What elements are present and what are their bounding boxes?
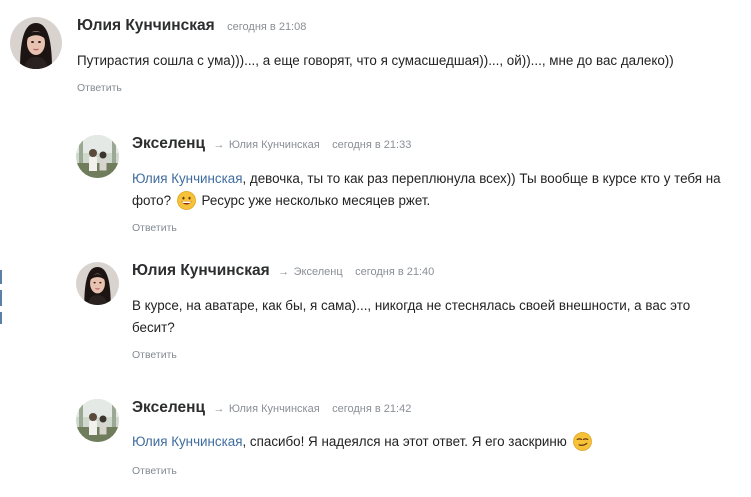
comment-text: В курсе, на аватаре, как бы, я сама)...,… — [132, 295, 722, 339]
outdoor-photo-icon — [76, 399, 119, 442]
comment-header: Экселенц → Юлия Кунчинская сегодня в 21:… — [132, 399, 732, 417]
woman-portrait-icon — [10, 17, 62, 69]
comment-date[interactable]: сегодня в 21:40 — [355, 266, 434, 278]
reply-to-link[interactable]: Юлия Кунчинская — [229, 139, 320, 151]
grinning-face-emoji-icon — [176, 191, 196, 210]
woman-portrait-icon — [76, 262, 119, 305]
comment-text: Юлия Кунчинская, девочка, ты то как раз … — [132, 168, 722, 212]
comment-author[interactable]: Экселенц — [132, 135, 205, 152]
comment-body: Юлия Кунчинская → Экселенц сегодня в 21:… — [132, 262, 732, 363]
comment-author[interactable]: Юлия Кунчинская — [132, 262, 270, 279]
comment-author[interactable]: Экселенц — [132, 399, 205, 416]
avatar[interactable] — [76, 399, 119, 442]
smirking-face-emoji-icon — [572, 432, 592, 451]
reply-arrow: → — [213, 403, 225, 415]
comment-date[interactable]: сегодня в 21:08 — [227, 21, 306, 33]
comment-text-content: В курсе, на аватаре, как бы, я сама)...,… — [132, 298, 691, 335]
reply-button[interactable]: Ответить — [132, 222, 177, 234]
comment-text-content: Ресурс уже несколько месяцев ржет. — [197, 193, 431, 208]
reply-to-link[interactable]: Юлия Кунчинская — [229, 403, 320, 415]
reply-to-link[interactable]: Экселенц — [294, 266, 343, 278]
mention-link[interactable]: Юлия Кунчинская — [132, 434, 242, 449]
reply-button[interactable]: Ответить — [132, 349, 177, 361]
comment-body: Экселенц → Юлия Кунчинская сегодня в 21:… — [132, 399, 732, 479]
reply-arrow: → — [278, 266, 290, 278]
comment-text-content: Путирастия сошла с ума)))..., а еще гово… — [77, 53, 674, 68]
comment-author[interactable]: Юлия Кунчинская — [77, 17, 215, 34]
comment-text: Путирастия сошла с ума)))..., а еще гово… — [77, 50, 677, 72]
reply-button[interactable]: Ответить — [77, 82, 122, 94]
comment-text: Юлия Кунчинская, спасибо! Я надеялся на … — [132, 431, 722, 453]
comment-date[interactable]: сегодня в 21:33 — [332, 139, 411, 151]
outdoor-photo-icon — [76, 135, 119, 178]
comment-body: Юлия Кунчинская сегодня в 21:08 Путираст… — [77, 17, 697, 96]
reply-button[interactable]: Ответить — [132, 465, 177, 477]
comment-date[interactable]: сегодня в 21:42 — [332, 403, 411, 415]
comment-header: Экселенц → Юлия Кунчинская сегодня в 21:… — [132, 135, 732, 153]
comment-header: Юлия Кунчинская сегодня в 21:08 — [77, 17, 697, 35]
comment-header: Юлия Кунчинская → Экселенц сегодня в 21:… — [132, 262, 732, 280]
left-edge-strip — [0, 270, 2, 350]
comment-body: Экселенц → Юлия Кунчинская сегодня в 21:… — [132, 135, 732, 236]
comment-text-content: , спасибо! Я надеялся на этот ответ. Я е… — [242, 434, 567, 449]
avatar[interactable] — [10, 17, 62, 69]
reply-arrow: → — [213, 139, 225, 151]
avatar[interactable] — [76, 262, 119, 305]
avatar[interactable] — [76, 135, 119, 178]
mention-link[interactable]: Юлия Кунчинская — [132, 171, 242, 186]
